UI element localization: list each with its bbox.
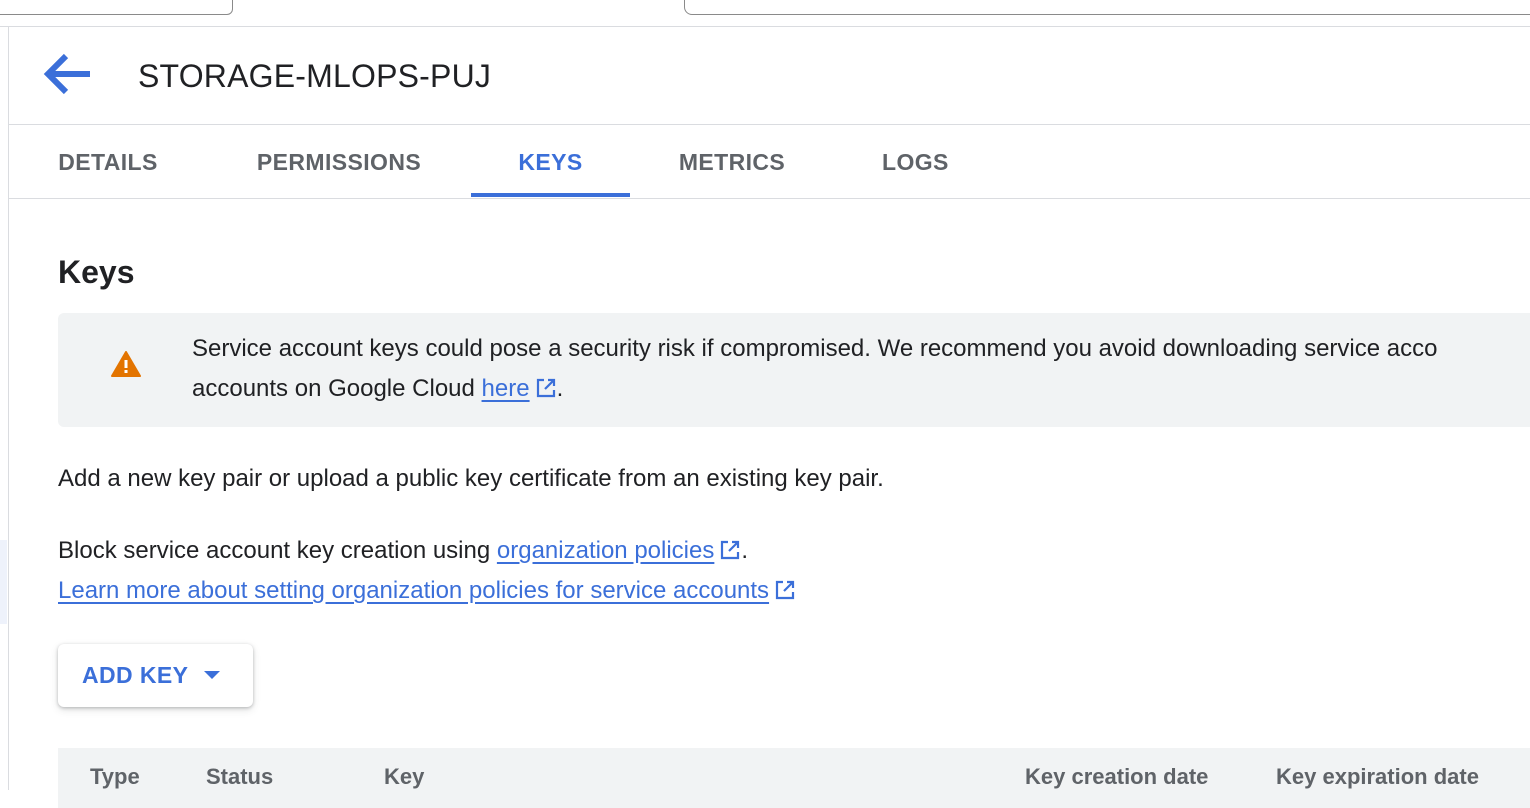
arrow-back-icon xyxy=(43,53,90,95)
column-header-key-creation-date[interactable]: Key creation date xyxy=(1025,757,1208,797)
tab-metrics[interactable]: METRICS xyxy=(676,126,788,198)
warning-line-2-prefix: accounts on Google Cloud xyxy=(192,375,482,402)
left-nav-highlight xyxy=(0,540,7,624)
browser-address-bar-fragment xyxy=(684,0,1530,15)
column-header-key-expiration-date[interactable]: Key expiration date xyxy=(1276,757,1479,797)
tabs-divider xyxy=(9,198,1530,199)
organization-policies-link[interactable]: organization policies xyxy=(497,537,714,564)
browser-tab-fragment xyxy=(0,0,233,15)
description-text: Add a new key pair or upload a public ke… xyxy=(58,465,884,492)
tab-keys[interactable]: KEYS xyxy=(471,126,630,198)
header-divider xyxy=(9,124,1530,125)
learn-more-link[interactable]: Learn more about setting organization po… xyxy=(58,577,769,604)
add-key-button[interactable]: ADD KEY xyxy=(58,644,253,707)
column-header-key[interactable]: Key xyxy=(384,757,424,797)
back-button[interactable] xyxy=(30,40,102,112)
warning-text: Service account keys could pose a securi… xyxy=(192,329,1530,409)
external-link-icon xyxy=(775,580,795,600)
page-title: STORAGE-MLOPS-PUJ xyxy=(138,58,492,94)
left-nav-border xyxy=(8,27,9,790)
warning-icon xyxy=(110,349,142,379)
warning-line-2: accounts on Google Cloud here. xyxy=(192,369,1530,409)
warning-line-1: Service account keys could pose a securi… xyxy=(192,335,1438,362)
tab-permissions[interactable]: PERMISSIONS xyxy=(254,126,424,198)
external-link-icon xyxy=(536,378,555,398)
add-key-label: ADD KEY xyxy=(82,662,189,688)
section-title: Keys xyxy=(58,254,135,290)
warning-here-link[interactable]: here xyxy=(482,375,530,402)
column-header-type[interactable]: Type xyxy=(90,757,140,797)
external-link-icon xyxy=(721,540,740,560)
block-policy-suffix: . xyxy=(741,537,749,564)
learn-more-row: Learn more about setting organization po… xyxy=(58,571,796,611)
tab-details[interactable]: DETAILS xyxy=(58,126,158,198)
top-divider xyxy=(0,26,1530,27)
block-policy-prefix: Block service account key creation using xyxy=(58,537,497,564)
caret-down-icon xyxy=(204,671,220,679)
active-tab-indicator xyxy=(471,193,630,197)
column-header-status[interactable]: Status xyxy=(206,757,273,797)
warning-line-2-suffix: . xyxy=(556,375,564,402)
block-policy-text: Block service account key creation using… xyxy=(58,531,748,571)
tab-logs[interactable]: LOGS xyxy=(882,126,948,198)
